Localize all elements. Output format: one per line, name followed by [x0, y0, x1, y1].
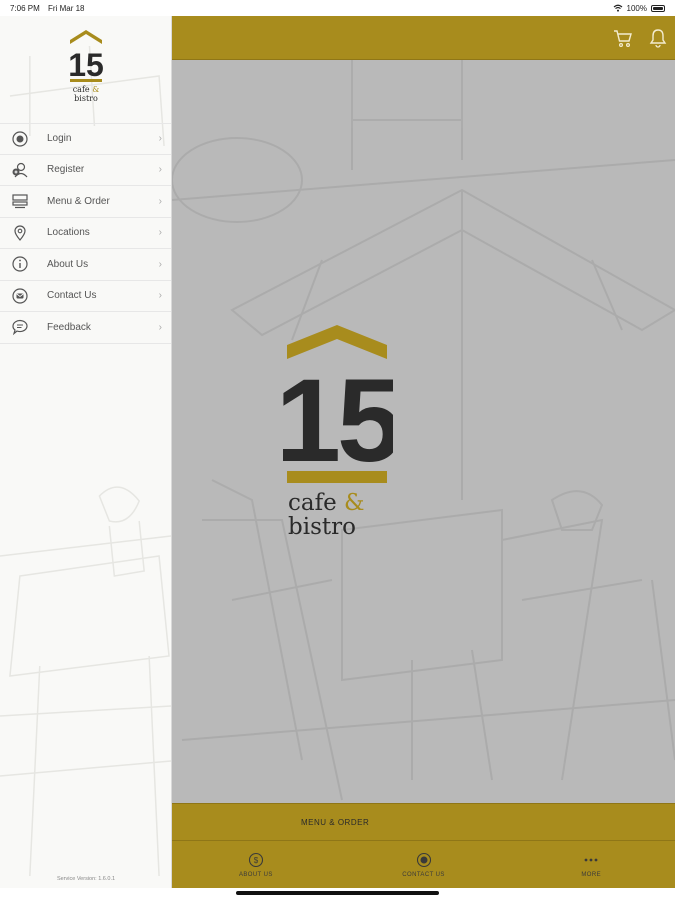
chat-bubble-icon: [10, 317, 30, 337]
main-content: 15 cafe & bistro MENU & ORDER $ ABOUT US…: [172, 16, 675, 888]
service-version: Service Version: 1.6.0.1: [56, 876, 116, 882]
tab-about-us[interactable]: $ ABOUT US: [172, 841, 340, 888]
dollar-circle-icon: $: [248, 852, 263, 867]
sidebar-logo-amp: &: [92, 85, 99, 94]
sidebar-logo-line1: cafe: [73, 85, 90, 94]
tab-contact-us[interactable]: CONTACT US: [340, 841, 508, 888]
sidebar-item-login[interactable]: Login ›: [0, 123, 171, 155]
tab-more[interactable]: MORE: [507, 841, 675, 888]
sidebar-item-feedback[interactable]: Feedback ›: [0, 312, 171, 344]
sidebar-logo: 15 cafe & bistro: [68, 30, 104, 103]
sidebar-item-label: Contact Us: [47, 290, 97, 302]
home-indicator[interactable]: [236, 891, 439, 895]
sidebar-menu: Login › Register › Menu & Order › Locati…: [0, 123, 171, 344]
sidebar-drawer: 15 cafe & bistro Login › Register › Menu…: [0, 16, 172, 888]
menu-order-button[interactable]: MENU & ORDER: [172, 803, 675, 841]
svg-text:cafe &: cafe &: [73, 85, 100, 94]
chevron-right-icon: ›: [158, 195, 162, 207]
sidebar-item-label: Menu & Order: [47, 195, 110, 207]
sidebar-item-label: Locations: [47, 227, 90, 239]
sidebar-item-contact-us[interactable]: Contact Us ›: [0, 281, 171, 312]
sidebar-item-label: About Us: [47, 258, 89, 270]
sidebar-item-label: Feedback: [47, 321, 91, 333]
top-bar: [172, 16, 675, 60]
register-icon: [10, 160, 30, 180]
center-logo-line2: bistro: [288, 514, 356, 540]
status-bar: 7:06 PM Fri Mar 18 100%: [0, 0, 675, 16]
sidebar-item-register[interactable]: Register ›: [0, 155, 171, 186]
menu-order-label: MENU & ORDER: [301, 817, 370, 827]
info-icon: [10, 254, 30, 274]
sidebar-logo-number: 15: [68, 47, 104, 83]
chevron-right-icon: ›: [158, 290, 162, 302]
bottom-tab-bar: $ ABOUT US CONTACT US MORE: [172, 841, 675, 888]
center-logo-text: cafe & bistro: [288, 491, 398, 539]
battery-icon: [651, 4, 665, 12]
tab-label: CONTACT US: [402, 871, 445, 878]
center-logo-number: 15: [283, 355, 393, 487]
bell-icon[interactable]: [647, 27, 669, 49]
contact-icon: [10, 286, 30, 306]
cafe-sketch-background: [172, 60, 675, 801]
cart-icon[interactable]: [612, 27, 634, 49]
status-right: 100%: [613, 4, 665, 13]
tab-label: ABOUT US: [238, 871, 273, 878]
status-date: Fri Mar 18: [48, 3, 85, 13]
chevron-right-icon: ›: [158, 321, 162, 333]
sidebar-item-label: Login: [47, 133, 72, 145]
sidebar-item-locations[interactable]: Locations ›: [0, 218, 171, 249]
status-left: 7:06 PM Fri Mar 18: [10, 4, 90, 13]
location-pin-icon: [10, 223, 30, 243]
sidebar-item-menu-order[interactable]: Menu & Order ›: [0, 186, 171, 218]
tab-label: MORE: [581, 871, 601, 878]
chevron-right-icon: ›: [158, 164, 162, 176]
chevron-right-icon: ›: [158, 258, 162, 270]
contact-icon: [416, 852, 431, 867]
status-time: 7:06 PM: [10, 3, 40, 13]
center-logo-line1: cafe: [288, 490, 337, 516]
sidebar-item-about-us[interactable]: About Us ›: [0, 249, 171, 281]
wifi-icon: [613, 4, 622, 12]
sidebar-item-label: Register: [47, 164, 85, 176]
login-icon: [10, 129, 30, 149]
chevron-right-icon: ›: [158, 227, 162, 239]
svg-text:$: $: [254, 856, 259, 865]
chevron-right-icon: ›: [158, 133, 162, 145]
menu-icon: [10, 191, 30, 211]
more-dots-icon: [584, 858, 598, 861]
center-logo-amp: &: [344, 490, 365, 516]
battery-percent: 100%: [626, 3, 647, 13]
sidebar-logo-line2: bistro: [74, 94, 98, 103]
